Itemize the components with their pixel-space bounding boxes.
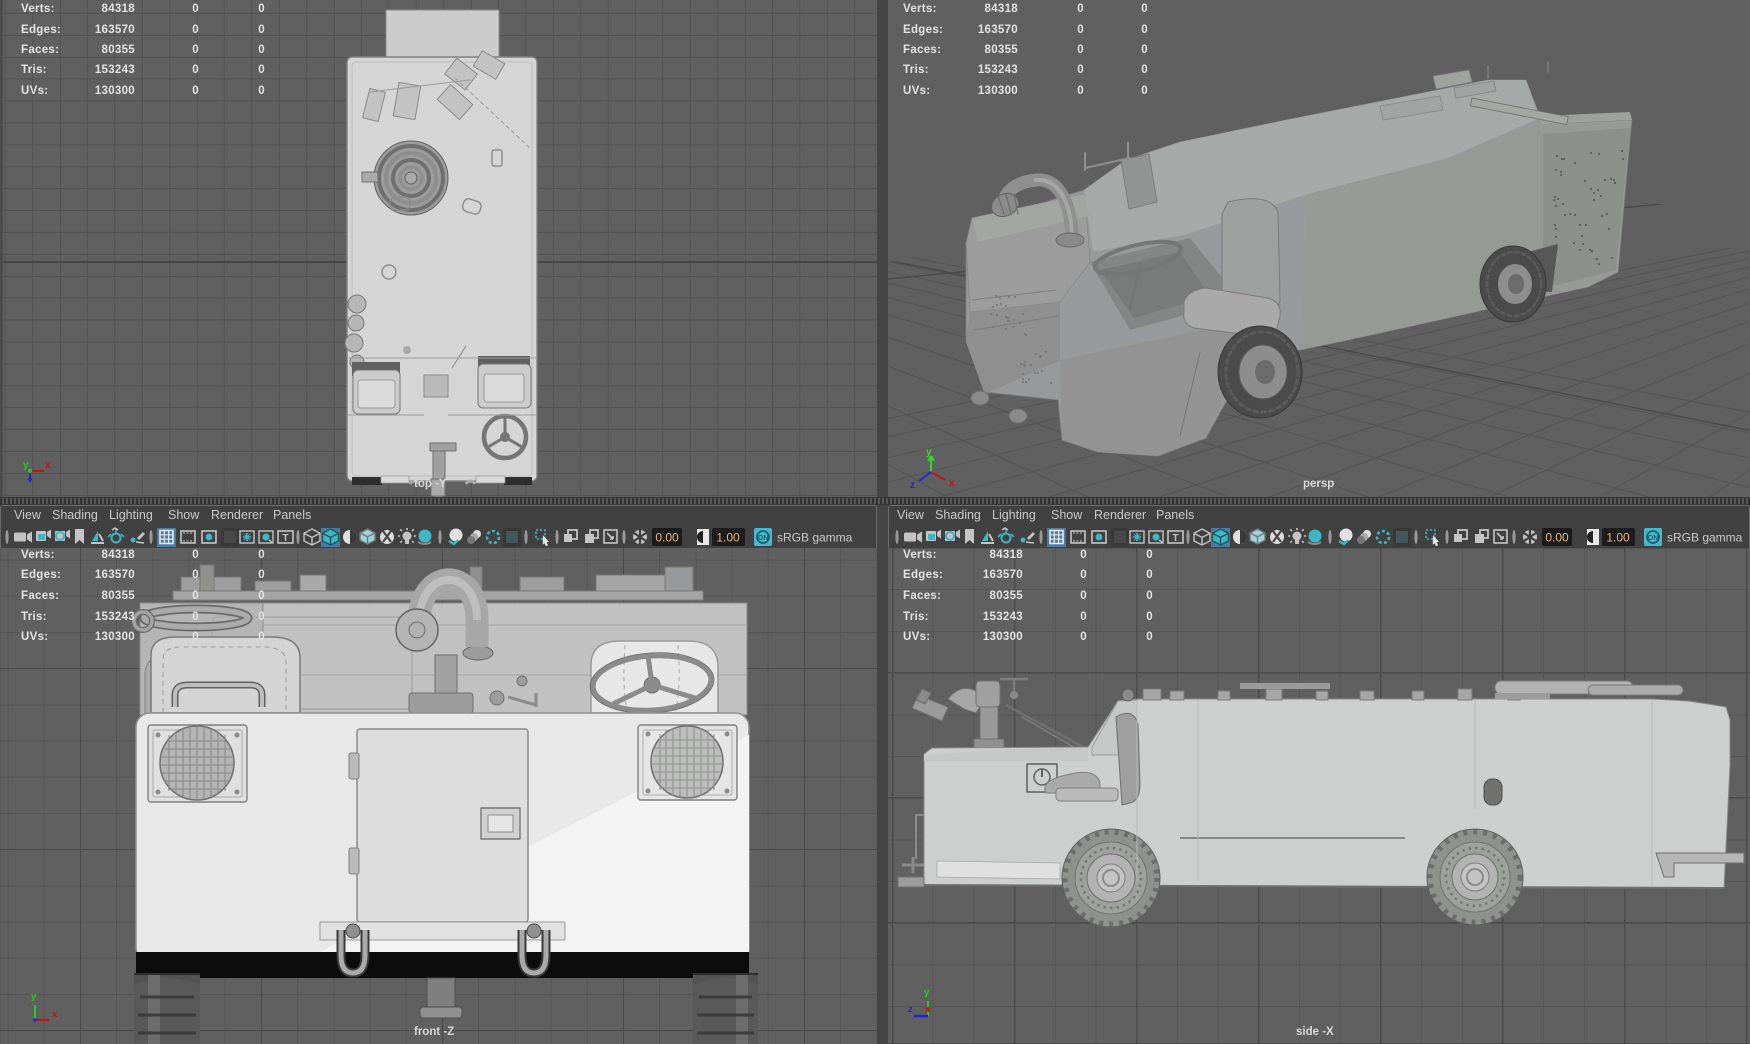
svg-text:1.00: 1.00 xyxy=(1606,531,1630,545)
svg-text:0.00: 0.00 xyxy=(655,531,679,545)
svg-text:x: x xyxy=(949,478,955,489)
svg-text:y: y xyxy=(924,987,930,998)
svg-text:1.00: 1.00 xyxy=(716,531,740,545)
svg-text:ON: ON xyxy=(1648,535,1659,542)
svg-text:y: y xyxy=(926,448,932,458)
svg-text:x: x xyxy=(52,1009,58,1020)
svg-text:0.00: 0.00 xyxy=(1545,531,1569,545)
svg-text:sRGB gamma: sRGB gamma xyxy=(1667,531,1743,545)
svg-text:sRGB gamma: sRGB gamma xyxy=(777,531,853,545)
svg-text:y: y xyxy=(23,460,29,471)
svg-text:z: z xyxy=(910,480,915,491)
svg-text:ON: ON xyxy=(758,535,769,542)
svg-text:z: z xyxy=(908,1004,913,1015)
svg-text:x: x xyxy=(45,460,51,471)
svg-text:T: T xyxy=(282,533,288,544)
svg-text:T: T xyxy=(1172,533,1178,544)
svg-text:y: y xyxy=(31,991,37,1002)
